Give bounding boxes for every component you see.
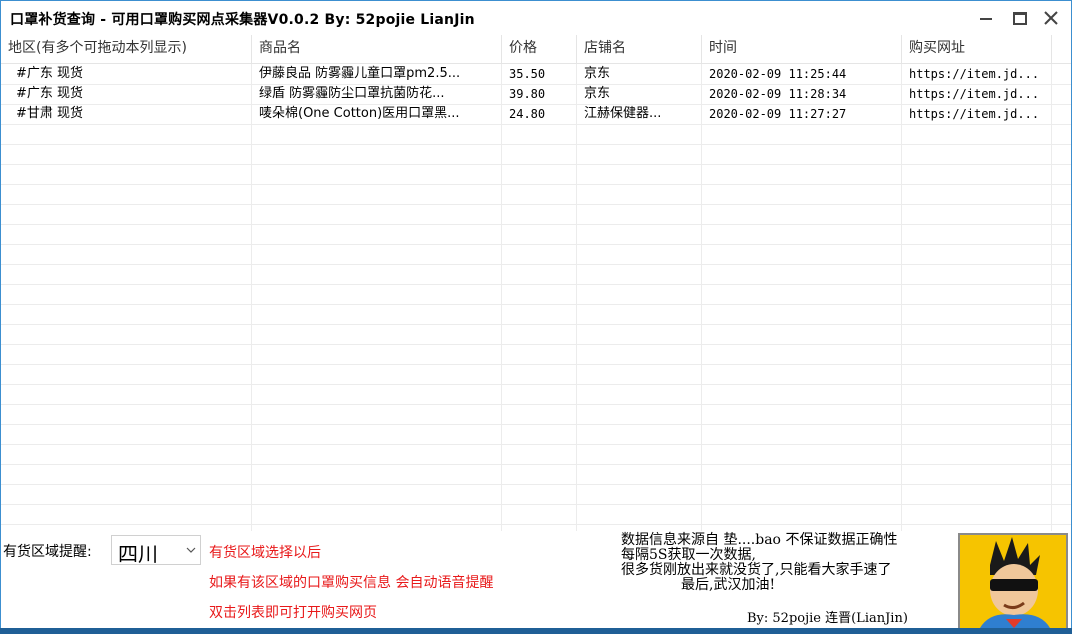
grid-line [901, 64, 902, 531]
grid-line [1, 304, 1071, 305]
cell-region: #甘肃 现货 [16, 106, 84, 121]
title-bar[interactable]: 口罩补货查询 - 可用口罩购买网点采集器V0.0.2 By: 52pojie L… [1, 1, 1071, 34]
grid-line [1, 104, 1071, 105]
bottom-panel: 有货区域提醒: 四川 有货区域选择以后 如果有该区域的口罩购买信息 会自动语音提… [1, 531, 1071, 633]
grid-line [576, 64, 577, 531]
grid-line [1, 124, 1071, 125]
cell-region: #广东 现货 [16, 66, 84, 81]
grid-line [1, 484, 1071, 485]
cell-product: 伊藤良品 防雾霾儿童口罩pm2.5... [259, 66, 461, 81]
table-row[interactable]: #甘肃 现货 唛朵棉(One Cotton)医用口罩黑... 24.80 江赫保… [1, 104, 1071, 124]
grid-line [1, 224, 1071, 225]
region-dropdown[interactable]: 四川 [111, 535, 201, 566]
cell-time: 2020-02-09 11:25:44 [709, 67, 847, 81]
window-title: 口罩补货查询 - 可用口罩购买网点采集器V0.0.2 By: 52pojie L… [10, 12, 475, 28]
tip-text: 有货区域选择以后 [209, 545, 321, 561]
grid-line [1, 204, 1071, 205]
cell-shop: 京东 [584, 66, 611, 81]
grid-line [1, 84, 1071, 85]
grid-line [1, 524, 1071, 525]
maximize-button[interactable] [1004, 7, 1034, 29]
app-window: 口罩补货查询 - 可用口罩购买网点采集器V0.0.2 By: 52pojie L… [0, 0, 1072, 634]
grid-line [501, 64, 502, 531]
cell-shop: 江赫保健器... [584, 106, 662, 121]
results-listview[interactable]: 地区(有多个可拖动本列显示) 商品名 价格 店铺名 时间 购买网址 #广东 现货… [1, 35, 1071, 531]
column-header-product[interactable]: 商品名 [252, 35, 502, 63]
close-button[interactable] [1036, 7, 1066, 29]
grid-line [1, 424, 1071, 425]
grid-line [1, 284, 1071, 285]
list-header: 地区(有多个可拖动本列显示) 商品名 价格 店铺名 时间 购买网址 [1, 35, 1071, 64]
cell-shop: 京东 [584, 86, 611, 101]
cartoon-avatar-icon [960, 535, 1066, 628]
grid-line [1, 464, 1071, 465]
tip-text: 如果有该区域的口罩购买信息 会自动语音提醒 [209, 575, 494, 591]
chevron-down-icon [186, 547, 196, 553]
region-selected-value: 四川 [118, 542, 158, 566]
grid-line [701, 64, 702, 531]
grid-line [1, 184, 1071, 185]
grid-line [1, 384, 1071, 385]
info-text: 每隔5S获取一次数据, [621, 547, 756, 563]
column-header-price[interactable]: 价格 [502, 35, 577, 63]
grid-line [1, 164, 1071, 165]
cell-url[interactable]: https://item.jd... [902, 64, 1051, 84]
column-header-time[interactable]: 时间 [702, 35, 902, 63]
grid-line [1, 364, 1071, 365]
grid-line [1, 324, 1071, 325]
info-text: 很多货刚放出来就没货了,只能看大家手速了 [621, 562, 892, 578]
grid-line [1, 244, 1071, 245]
cell-price: 35.50 [509, 67, 546, 81]
info-text: 最后,武汉加油! [681, 577, 776, 593]
avatar [958, 533, 1068, 630]
cell-url[interactable]: https://item.jd... [902, 84, 1051, 104]
cell-product: 绿盾 防雾霾防尘口罩抗菌防花... [259, 86, 445, 101]
table-row[interactable]: #广东 现货 伊藤良品 防雾霾儿童口罩pm2.5... 35.50 京东 202… [1, 64, 1071, 84]
grid-line [1, 404, 1071, 405]
cell-time: 2020-02-09 11:27:27 [709, 107, 847, 121]
region-alert-label: 有货区域提醒: [3, 544, 92, 560]
column-header-region[interactable]: 地区(有多个可拖动本列显示) [1, 35, 252, 63]
minimize-button[interactable] [971, 7, 1001, 29]
column-header-url[interactable]: 购买网址 [902, 35, 1052, 63]
table-row[interactable]: #广东 现货 绿盾 防雾霾防尘口罩抗菌防花... 39.80 京东 2020-0… [1, 84, 1071, 104]
cell-price: 39.80 [509, 87, 546, 101]
grid-line [1, 444, 1071, 445]
column-header-shop[interactable]: 店铺名 [577, 35, 702, 63]
close-icon [1044, 11, 1058, 25]
grid-line [1, 344, 1071, 345]
taskbar-strip [0, 628, 1072, 634]
grid-line [1051, 64, 1052, 531]
grid-line [251, 64, 252, 531]
column-header-filler [1052, 35, 1071, 63]
grid-line [1, 504, 1071, 505]
cell-url[interactable]: https://item.jd... [902, 104, 1051, 124]
author-credit: By: 52pojie 连晋(LianJin) [747, 611, 908, 626]
cell-region: #广东 现货 [16, 86, 84, 101]
info-text: 数据信息来源自 垫....bao 不保证数据正确性 [621, 532, 898, 548]
list-body: #广东 现货 伊藤良品 防雾霾儿童口罩pm2.5... 35.50 京东 202… [1, 64, 1071, 531]
grid-line [1, 264, 1071, 265]
cell-product: 唛朵棉(One Cotton)医用口罩黑... [259, 106, 460, 121]
grid-line [1, 144, 1071, 145]
cell-price: 24.80 [509, 107, 546, 121]
tip-text: 双击列表即可打开购买网页 [209, 605, 377, 621]
cell-time: 2020-02-09 11:28:34 [709, 87, 847, 101]
